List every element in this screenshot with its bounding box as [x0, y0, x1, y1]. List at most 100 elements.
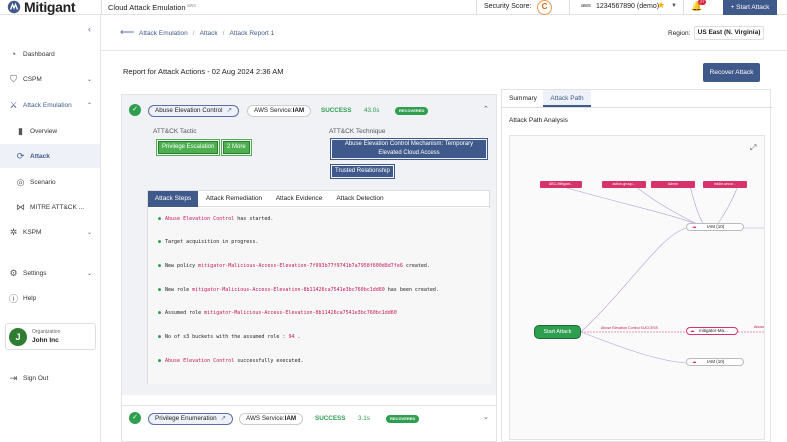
attack-name-pill[interactable]: Privilege Enumeration ↗	[148, 413, 233, 425]
status-badge: RECOVERED	[386, 415, 420, 423]
sidebar-item-label: Attack Emulation	[23, 101, 72, 109]
graph-node[interactable]: action-group...	[602, 181, 646, 188]
duration: 43.0s	[364, 107, 380, 114]
attack-accordion-item: ✓ Abuse Elevation Control ↗ AWS Service:I…	[122, 95, 496, 395]
organization-name: John Inc	[32, 337, 59, 344]
tab-attack-path[interactable]: Attack Path	[543, 90, 591, 107]
sidebar-item-cspm[interactable]: ⛉ CSPM ⌄	[0, 67, 100, 91]
tab-attack-remediation[interactable]: Attack Remediation	[200, 191, 268, 207]
organization-label: Organization	[32, 329, 61, 335]
sidebar-item-label: Attack	[30, 152, 50, 160]
external-link-icon[interactable]: ↗	[227, 107, 232, 114]
divider	[683, 0, 684, 15]
start-attack-node[interactable]: Start Attack	[534, 325, 581, 339]
sidebar-item-label: MITRE ATT&CK ...	[30, 203, 85, 211]
main-content: ⟵ Attack Emulation / Attack / Attack Report …	[101, 15, 787, 442]
start-attack-button[interactable]: + Start Attack	[723, 0, 777, 15]
attack-icon: ⟳	[16, 150, 25, 161]
log-line: ● Abuse Elevation Control has started.	[158, 216, 274, 222]
tactic-more-tag[interactable]: 2 More	[221, 139, 252, 156]
attack-path-title: Attack Path Analysis	[509, 117, 568, 124]
aws-service-value: IAM	[284, 415, 297, 422]
graph-node-iam[interactable]: ☁ IAM (10)	[686, 223, 744, 231]
chevron-down-icon: ⌄	[87, 229, 93, 236]
graph-node[interactable]: Admin	[651, 181, 695, 188]
security-score-label: Security Score:	[484, 3, 532, 10]
bullet-icon: ●	[158, 239, 162, 245]
divider	[101, 50, 787, 51]
sidebar-item-attack-emulation[interactable]: ⚔ Attack Emulation ⌃	[0, 93, 100, 117]
sidebar-item-label: Sign Out	[23, 374, 49, 382]
sidebar-item-kspm[interactable]: ✲ KSPM ⌄	[0, 220, 100, 244]
security-score-grade[interactable]: C	[537, 0, 552, 15]
notification-badge: 27	[698, 0, 707, 5]
kspm-icon: ✲	[9, 226, 18, 237]
graph-node-mitigator[interactable]: ☁ mitigator-Ma...	[686, 327, 738, 335]
log-line: ● Abuse Elevation Control successfully ex…	[158, 358, 304, 364]
sidebar-item-overview[interactable]: ▮ Overview	[0, 119, 100, 143]
breadcrumb-item[interactable]: Attack	[200, 30, 218, 37]
brand-name: Mitigant	[24, 0, 76, 15]
external-link-icon[interactable]: ↗	[221, 415, 226, 422]
logo[interactable]: Mitigant	[7, 0, 76, 15]
chevron-down-icon[interactable]: ▼	[671, 3, 677, 9]
sidebar-item-label: Dashboard	[23, 50, 55, 58]
star-icon[interactable]: ★	[657, 0, 665, 11]
technique-tag: Abuse Elevation Control Mechanism: Tempo…	[330, 138, 488, 160]
success-check-icon: ✓	[129, 104, 141, 116]
graph-node[interactable]: ABC-Mitigant...	[540, 181, 582, 188]
chevron-down-icon[interactable]: ⌄	[483, 413, 489, 421]
sidebar-item-mitre[interactable]: ⋈ MITRE ATT&CK ...	[0, 195, 100, 219]
log-line: ● Target acquisition in progress.	[158, 239, 259, 245]
aws-service-prefix: AWS Service:	[254, 107, 293, 114]
sidebar-item-dashboard[interactable]: ◔ Dashboard	[0, 42, 100, 66]
breadcrumb: Attack Emulation / Attack / Attack Report 1	[139, 30, 274, 37]
region-selector[interactable]: US East (N. Virginia)	[694, 26, 764, 40]
attack-name-pill[interactable]: Abuse Elevation Control ↗	[148, 105, 239, 117]
back-arrow-icon[interactable]: ⟵	[120, 28, 134, 38]
sidebar: ‹ ◔ Dashboard ⛉ CSPM ⌄ ⚔ Attack Emulatio…	[0, 15, 101, 442]
avatar: J	[9, 328, 27, 346]
chevron-down-icon: ⌄	[87, 76, 93, 83]
sidebar-item-attack[interactable]: ⟳ Attack	[0, 144, 100, 168]
sidebar-item-label: Overview	[30, 127, 58, 135]
duration: 3.1s	[358, 415, 370, 422]
cloud-icon: ☁	[692, 224, 697, 229]
collapse-sidebar-icon[interactable]: ‹	[88, 24, 91, 34]
recover-attack-button[interactable]: Recover Attack	[703, 63, 760, 82]
aws-service-value: IAM	[292, 107, 305, 114]
breadcrumb-separator: /	[222, 30, 225, 37]
attack-actions-panel: ✓ Abuse Elevation Control ↗ AWS Service:I…	[121, 94, 497, 442]
graph-node[interactable]: eddie-secur...	[703, 181, 747, 188]
breadcrumb-separator: /	[192, 30, 195, 37]
tactic-tag: Privilege Escalation	[155, 139, 221, 156]
attack-emulation-icon: ⚔	[9, 99, 18, 110]
technique-tag: Trusted Relationship	[330, 164, 395, 179]
sidebar-item-scenario[interactable]: ◎ Scenario	[0, 170, 100, 194]
chevron-up-icon[interactable]: ⌃	[483, 105, 489, 113]
sidebar-item-label: Settings	[23, 269, 47, 277]
expand-icon[interactable]: ⤢	[750, 143, 756, 153]
aws-service-pill: AWS Service:IAM	[247, 105, 312, 117]
sidebar-item-help[interactable]: ⓘ Help	[0, 286, 100, 310]
sidebar-item-settings[interactable]: ⚙ Settings ⌄	[0, 261, 100, 285]
attack-path-graph[interactable]: ⤢ ABC-Mitigant... action-group... Admin …	[509, 135, 765, 440]
sidebar-item-label: KSPM	[23, 228, 42, 236]
bullet-icon: ●	[158, 287, 162, 293]
breadcrumb-item[interactable]: Attack Emulation	[139, 30, 188, 37]
log-line: ● Assumed role mitigator-Malicious-Access…	[158, 310, 397, 316]
organization-card[interactable]: J Organization John Inc	[5, 323, 96, 350]
bullet-icon: ●	[158, 334, 162, 340]
overview-icon: ▮	[18, 125, 23, 136]
account-selector[interactable]: 1234567890 (demo)	[596, 3, 659, 10]
tab-summary[interactable]: Summary	[505, 90, 541, 107]
breadcrumb-item[interactable]: Attack Report 1	[229, 30, 274, 37]
tab-attack-evidence[interactable]: Attack Evidence	[270, 191, 328, 207]
cspm-icon: ⛉	[10, 73, 17, 84]
attack-accordion-item[interactable]: ✓ Privilege Enumeration ↗ AWS Service:IAM…	[122, 405, 496, 429]
graph-node-iam[interactable]: ☁ IAM (10)	[686, 358, 744, 366]
sidebar-item-sign-out[interactable]: ⇥ Sign Out	[0, 366, 100, 390]
tab-attack-steps[interactable]: Attack Steps	[148, 191, 198, 207]
tab-attack-detection[interactable]: Attack Detection	[330, 191, 390, 207]
sidebar-item-label: CSPM	[23, 75, 42, 83]
